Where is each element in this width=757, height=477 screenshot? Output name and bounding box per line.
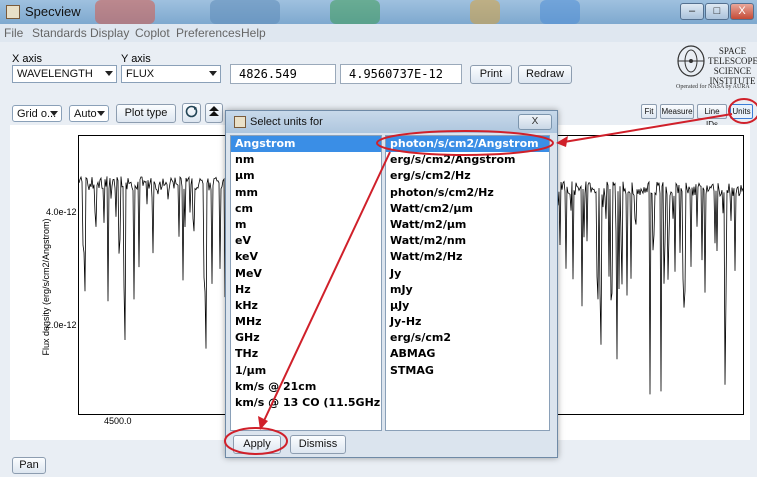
annotation-overlay <box>224 98 757 455</box>
annotation-ellipse <box>224 427 288 455</box>
annotation-arrow <box>261 151 391 426</box>
annotation-arrow <box>557 113 733 144</box>
arrow-head-icon <box>556 136 568 147</box>
annotation-ellipse <box>376 130 554 156</box>
annotation-ellipse <box>728 98 757 124</box>
